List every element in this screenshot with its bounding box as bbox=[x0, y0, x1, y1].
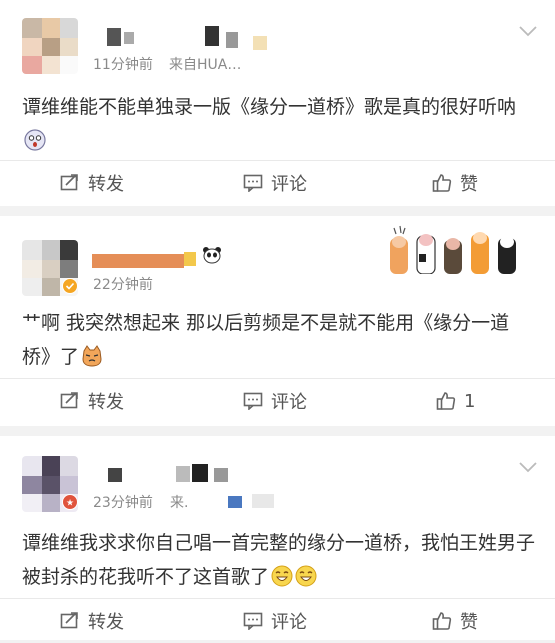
repost-label: 转发 bbox=[88, 612, 124, 633]
action-bar: 转发 评论 1 bbox=[0, 378, 555, 423]
panda-icon bbox=[203, 247, 221, 264]
username-obscured bbox=[253, 36, 267, 50]
username-obscured[interactable] bbox=[107, 28, 121, 46]
repost-icon bbox=[60, 392, 78, 409]
comment-button[interactable]: 评论 bbox=[243, 599, 307, 643]
like-button[interactable]: 1 bbox=[436, 379, 475, 423]
thumbs-up-icon bbox=[432, 174, 452, 192]
repost-label: 转发 bbox=[88, 392, 124, 413]
grin-face-icon bbox=[271, 565, 293, 587]
like-label: 赞 bbox=[460, 174, 478, 195]
comment-time: 22分钟前 bbox=[93, 277, 153, 293]
cat-paws-decoration-icon bbox=[390, 225, 516, 274]
comment-text: 谭维维我求求你自己唱一首完整的缘分一道桥，我怕王姓男子被封杀的花我听不了这首歌了 bbox=[22, 532, 536, 588]
comment-button[interactable]: 评论 bbox=[243, 161, 307, 205]
like-count: 1 bbox=[464, 390, 476, 412]
comment-label: 评论 bbox=[271, 174, 307, 195]
comment-card: 22分钟前 艹啊 我突然想起来 那以后剪频是不是就不能用《缘分一道桥》了 转发 … bbox=[0, 216, 555, 426]
thumbs-up-icon bbox=[432, 612, 452, 630]
chevron-down-icon[interactable] bbox=[518, 460, 538, 474]
repost-button[interactable]: 转发 bbox=[60, 599, 124, 643]
svg-text:★: ★ bbox=[66, 499, 74, 509]
username-obscured[interactable] bbox=[108, 468, 122, 482]
username-obscured[interactable] bbox=[92, 254, 184, 268]
comment-label: 评论 bbox=[271, 612, 307, 633]
repost-icon bbox=[60, 174, 78, 191]
comment-source: 来自HUA… bbox=[169, 57, 242, 73]
comment-time: 11分钟前 bbox=[93, 57, 153, 73]
comment-text: 谭维维能不能单独录一版《缘分一道桥》歌是真的很好听呐 bbox=[22, 90, 537, 158]
comment-card: 11分钟前 来自HUA… 谭维维能不能单独录一版《缘分一道桥》歌是真的很好听呐 … bbox=[0, 0, 555, 206]
username-obscured bbox=[184, 252, 196, 266]
comment-button[interactable]: 评论 bbox=[243, 379, 307, 423]
like-label: 赞 bbox=[460, 612, 478, 633]
repost-button[interactable]: 转发 bbox=[60, 379, 124, 423]
repost-label: 转发 bbox=[88, 174, 124, 195]
source-obscured bbox=[252, 494, 274, 508]
comment-label: 评论 bbox=[271, 392, 307, 413]
like-button[interactable]: 赞 bbox=[432, 161, 478, 205]
action-bar: 转发 评论 赞 bbox=[0, 160, 555, 205]
verified-badge-icon bbox=[62, 278, 78, 294]
comment-source: 来. bbox=[170, 495, 189, 511]
chevron-down-icon[interactable] bbox=[518, 24, 538, 38]
username-obscured bbox=[214, 468, 228, 482]
username-obscured bbox=[205, 26, 219, 46]
action-bar: 转发 评论 赞 bbox=[0, 598, 555, 643]
username-obscured bbox=[226, 32, 238, 48]
badge-icon: ★ bbox=[62, 494, 78, 510]
grin-face-icon bbox=[295, 565, 317, 587]
username-obscured bbox=[192, 464, 208, 482]
surprised-face-icon bbox=[24, 129, 46, 151]
cat-face-icon bbox=[82, 345, 102, 367]
comment-icon bbox=[243, 612, 263, 630]
username-obscured bbox=[176, 466, 190, 482]
repost-icon bbox=[60, 612, 78, 629]
like-button[interactable]: 赞 bbox=[432, 599, 478, 643]
comment-time: 23分钟前 bbox=[93, 495, 153, 511]
comment-icon bbox=[243, 174, 263, 192]
source-obscured bbox=[228, 496, 242, 508]
comment-icon bbox=[243, 392, 263, 410]
repost-button[interactable]: 转发 bbox=[60, 161, 124, 205]
comment-card: ★ 23分钟前 来. 谭维维我求求你自己唱一首完整的缘分一道桥，我怕王姓男子被封… bbox=[0, 436, 555, 640]
username-obscured bbox=[124, 32, 134, 44]
comment-text: 艹啊 我突然想起来 那以后剪频是不是就不能用《缘分一道桥》了 bbox=[22, 312, 510, 368]
avatar[interactable] bbox=[22, 18, 78, 74]
thumbs-up-icon bbox=[436, 392, 456, 410]
